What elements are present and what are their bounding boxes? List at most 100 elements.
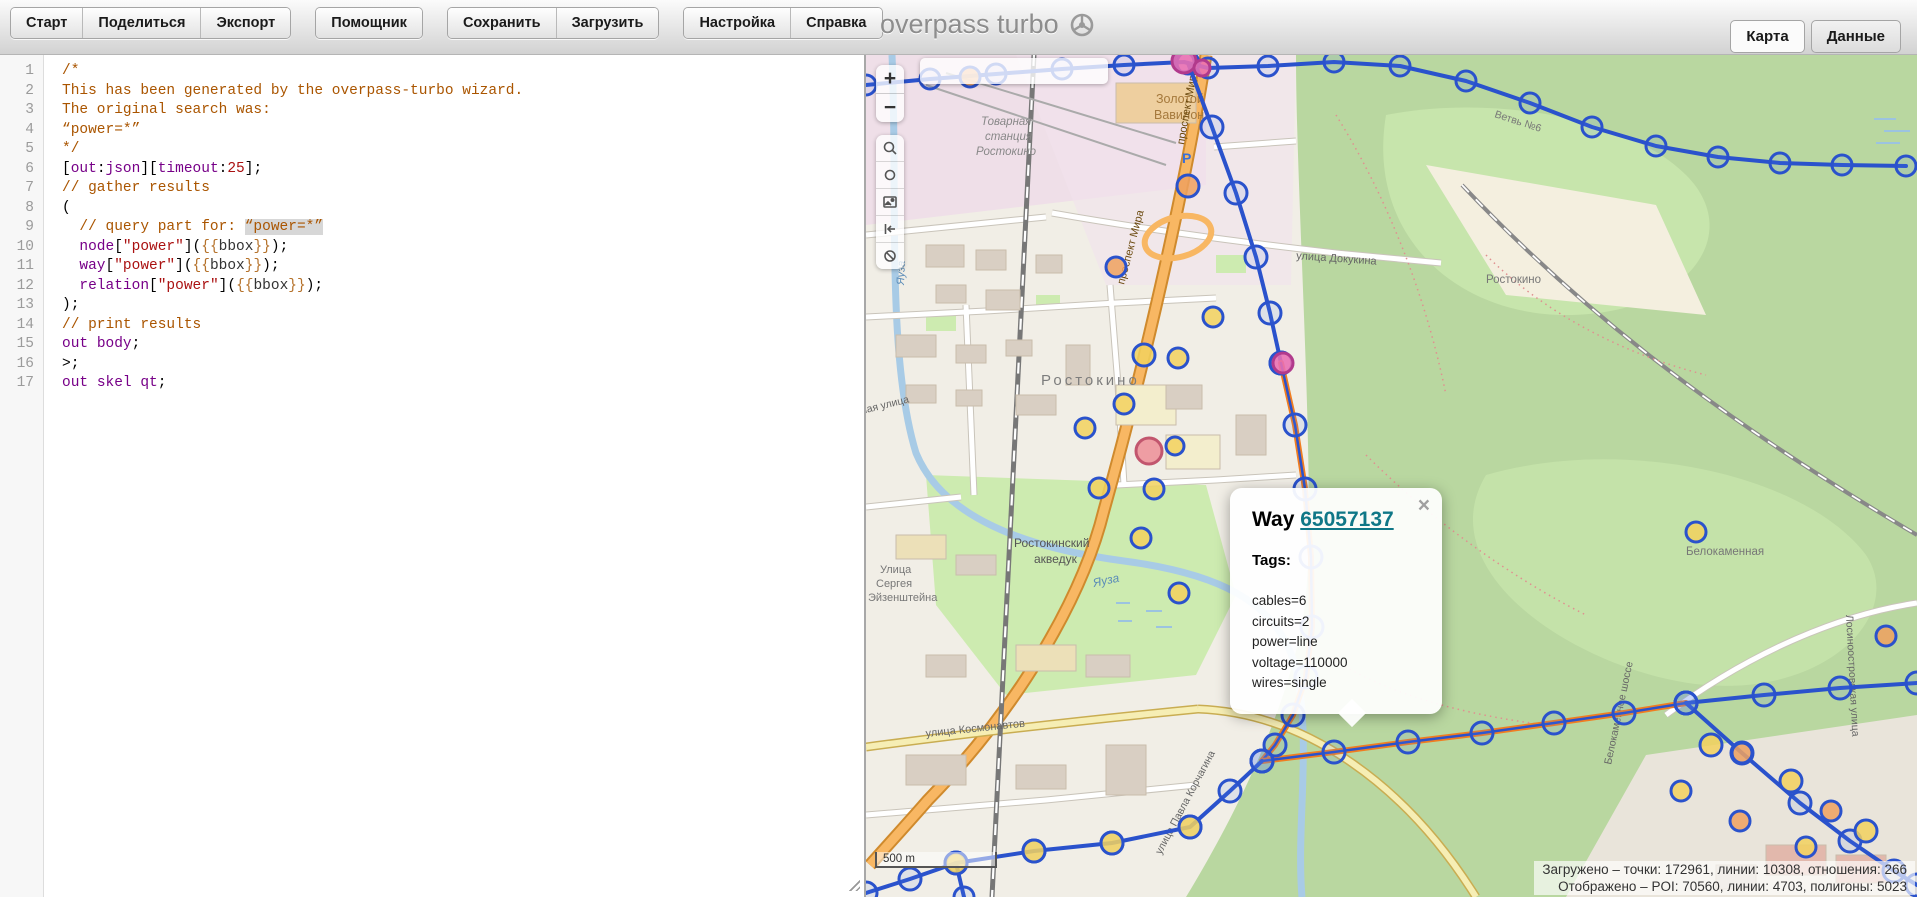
way-id-link[interactable]: 65057137: [1300, 508, 1393, 531]
search-input[interactable]: [928, 60, 1108, 82]
poi-node[interactable]: [1131, 342, 1157, 368]
code-line[interactable]: node["power"]({{bbox}});: [62, 238, 523, 258]
power-node[interactable]: [1388, 55, 1412, 78]
power-node[interactable]: [1395, 729, 1421, 755]
poi-node[interactable]: [1874, 624, 1898, 648]
power-node[interactable]: [1673, 690, 1699, 716]
power-node[interactable]: [1256, 55, 1280, 78]
poi-node[interactable]: [1669, 779, 1693, 803]
code-line[interactable]: “power=*”: [62, 121, 523, 141]
poi-node[interactable]: [1087, 476, 1111, 500]
poi-node[interactable]: [1794, 835, 1818, 859]
power-node[interactable]: [1112, 55, 1136, 77]
power-node[interactable]: [1249, 748, 1275, 774]
poi-node[interactable]: [1728, 809, 1752, 833]
code-line[interactable]: This has been generated by the overpass-…: [62, 82, 523, 102]
view-tab[interactable]: Данные: [1810, 20, 1901, 53]
poi-node[interactable]: [1778, 768, 1804, 794]
power-node[interactable]: [1322, 55, 1346, 74]
poi-node[interactable]: [1134, 436, 1164, 466]
poi-node[interactable]: [1166, 346, 1190, 370]
collapse-panel-icon[interactable]: [876, 216, 904, 243]
power-node[interactable]: [1611, 700, 1637, 726]
code-line[interactable]: );: [62, 296, 523, 316]
poi-node[interactable]: [1271, 351, 1295, 375]
power-node[interactable]: [1321, 739, 1347, 765]
power-node[interactable]: [1827, 675, 1853, 701]
power-node[interactable]: [1751, 682, 1777, 708]
toolbar-button[interactable]: Сохранить: [447, 8, 557, 38]
poi-node[interactable]: [1164, 435, 1186, 457]
power-node[interactable]: [1217, 778, 1243, 804]
poi-node[interactable]: [1698, 732, 1724, 758]
power-node[interactable]: [1644, 134, 1668, 158]
code-line[interactable]: (: [62, 199, 523, 219]
power-node[interactable]: [1904, 670, 1917, 696]
poi-node[interactable]: [1104, 255, 1128, 279]
power-node[interactable]: [1894, 154, 1917, 178]
power-node[interactable]: [1243, 244, 1269, 270]
toolbar-button[interactable]: Справка: [791, 8, 882, 38]
power-node[interactable]: [1706, 145, 1730, 169]
toolbar-button[interactable]: Старт: [11, 8, 84, 38]
poi-node[interactable]: [1142, 477, 1166, 501]
power-node[interactable]: [1830, 153, 1854, 177]
code-line[interactable]: /*: [62, 62, 523, 82]
cancel-icon[interactable]: [876, 243, 904, 269]
poi-node[interactable]: [1730, 741, 1754, 765]
image-export-icon[interactable]: [876, 189, 904, 216]
power-node[interactable]: [1518, 91, 1542, 115]
poi-node[interactable]: [1021, 838, 1047, 864]
map-canvas[interactable]: ЗолотойВавилонТоварнаястанцияРостокиноРо…: [866, 55, 1917, 897]
poi-node[interactable]: [1170, 55, 1198, 75]
resize-grip[interactable]: [846, 877, 860, 891]
power-node[interactable]: [866, 73, 878, 97]
power-node[interactable]: [1768, 151, 1792, 175]
poi-node[interactable]: [1073, 416, 1097, 440]
code-line[interactable]: The original search was:: [62, 101, 523, 121]
toolbar-button[interactable]: Загрузить: [556, 8, 659, 38]
code-line[interactable]: // query part for: “power=*”: [62, 218, 523, 238]
poi-node[interactable]: [1192, 58, 1212, 78]
power-node[interactable]: [1454, 69, 1478, 93]
power-node[interactable]: [1469, 720, 1495, 746]
poi-node[interactable]: [1853, 818, 1879, 844]
zoom-out-button[interactable]: −: [876, 94, 904, 122]
code-line[interactable]: relation["power"]({{bbox}});: [62, 277, 523, 297]
code-line[interactable]: way["power"]({{bbox}});: [62, 257, 523, 277]
toolbar-button[interactable]: Поделиться: [83, 8, 202, 38]
toolbar-button[interactable]: Помощник: [316, 8, 422, 38]
toolbar-button[interactable]: Экспорт: [201, 8, 291, 38]
query-editor[interactable]: 1 2 3 4 5 6 7 8 9 10 11 12 13 14 15 16 17 /* This has bee…: [0, 55, 866, 897]
map-panel[interactable]: Золотой Вавилон Товарная станция Ростокино Ро…: [866, 55, 1917, 897]
code-line[interactable]: >;: [62, 355, 523, 375]
poi-node[interactable]: [1177, 814, 1203, 840]
power-node[interactable]: [1223, 180, 1249, 206]
search-icon[interactable]: [876, 135, 904, 162]
zoom-in-button[interactable]: +: [876, 65, 904, 94]
code-line[interactable]: [out:json][timeout:25];: [62, 160, 523, 180]
toolbar-button[interactable]: Настройка: [684, 8, 792, 38]
poi-node[interactable]: [1167, 581, 1191, 605]
code-line[interactable]: out skel qt;: [62, 374, 523, 394]
poi-node[interactable]: [1112, 392, 1136, 416]
power-node[interactable]: [1580, 115, 1604, 139]
power-node[interactable]: [1541, 710, 1567, 736]
poi-node[interactable]: [1099, 830, 1125, 856]
poi-node[interactable]: [1201, 305, 1225, 329]
close-icon[interactable]: ×: [1418, 494, 1430, 518]
poi-node[interactable]: [1175, 173, 1201, 199]
poi-node[interactable]: [1684, 520, 1708, 544]
code-line[interactable]: out body;: [62, 335, 523, 355]
power-node[interactable]: [1282, 412, 1308, 438]
poi-node[interactable]: [1819, 799, 1843, 823]
code-line[interactable]: // gather results: [62, 179, 523, 199]
circle-icon[interactable]: [876, 162, 904, 189]
code-line[interactable]: */: [62, 140, 523, 160]
poi-node[interactable]: [1129, 526, 1153, 550]
code-line[interactable]: // print results: [62, 316, 523, 336]
power-node[interactable]: [1787, 790, 1813, 816]
view-tab[interactable]: Карта: [1730, 20, 1805, 53]
power-node[interactable]: [952, 885, 976, 897]
editor-code[interactable]: /* This has been generated by the overpas…: [44, 55, 523, 897]
